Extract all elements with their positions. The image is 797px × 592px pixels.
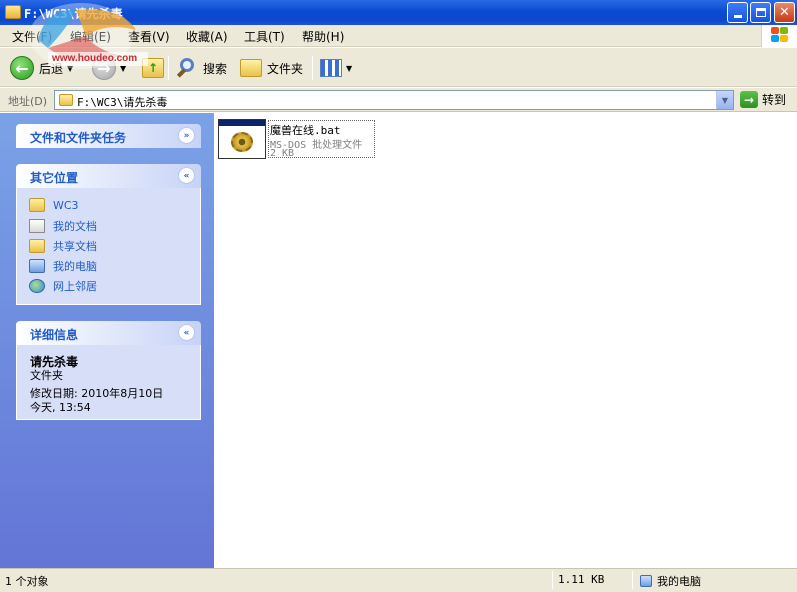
details-header[interactable]: 详细信息 » [16, 321, 201, 345]
status-separator [552, 571, 553, 589]
link-label: 我的文档 [53, 220, 97, 233]
panel-title: 文件和文件夹任务 [30, 131, 127, 145]
link-shared-documents[interactable]: 共享文档 [29, 238, 97, 254]
minimize-icon [733, 15, 742, 18]
panel-title: 详细信息 [30, 328, 79, 342]
address-bar: 地址(D) F:\WC3\请先杀毒 ▼ → 转到 [0, 88, 797, 112]
menu-edit[interactable]: 编辑(E) [70, 28, 111, 45]
computer-icon [29, 259, 45, 273]
address-label: 地址(D) [8, 95, 48, 108]
chevron-down-icon[interactable]: ▼ [346, 64, 352, 73]
address-dropdown-button[interactable]: ▼ [716, 91, 733, 109]
expand-icon[interactable]: » [178, 127, 195, 144]
task-pane: 文件和文件夹任务 » 其它位置 » WC3 我的文档 共享文档 我的电脑 网上邻… [0, 113, 214, 568]
views-button[interactable]: ▼ [320, 54, 352, 82]
view-grid-icon [320, 59, 342, 77]
address-value: F:\WC3\请先杀毒 [77, 96, 168, 109]
window-title: F:\WC3\请先杀毒 [24, 7, 123, 21]
link-label: 我的电脑 [53, 260, 97, 273]
back-label: 后退 [39, 61, 64, 76]
close-button[interactable]: ✕ [774, 2, 795, 23]
link-my-documents[interactable]: 我的文档 [29, 218, 97, 234]
status-size: 1.11 KB [558, 573, 605, 586]
link-label: 共享文档 [53, 240, 97, 253]
file-list[interactable]: 魔兽在线.bat MS-DOS 批处理文件 2 KB [214, 113, 797, 568]
back-arrow-icon: ← [10, 56, 34, 80]
title-bar[interactable]: F:\WC3\请先杀毒 ✕ [0, 0, 797, 25]
windows-flag-icon [771, 27, 789, 44]
folder-icon [240, 59, 262, 77]
panel-title: 其它位置 [30, 171, 79, 185]
toolbar-separator [312, 56, 313, 80]
chevron-down-icon[interactable]: ▼ [67, 64, 73, 73]
go-button[interactable]: → 转到 [740, 91, 786, 108]
chevron-down-icon: ▼ [721, 95, 729, 105]
menu-file[interactable]: 文件(F) [12, 28, 52, 45]
details-time: 今天, 13:54 [30, 401, 91, 414]
folder-icon [29, 198, 45, 212]
file-item[interactable]: 魔兽在线.bat MS-DOS 批处理文件 2 KB [218, 119, 375, 159]
documents-icon [29, 219, 45, 233]
menu-favorites[interactable]: 收藏(A) [186, 28, 228, 45]
menu-view[interactable]: 查看(V) [128, 28, 170, 45]
address-input[interactable]: F:\WC3\请先杀毒 ▼ [54, 90, 734, 110]
folders-label: 文件夹 [267, 61, 304, 76]
status-separator [632, 571, 633, 589]
link-my-computer[interactable]: 我的电脑 [29, 258, 97, 274]
status-bar: 1 个对象 1.11 KB 我的电脑 [0, 568, 797, 592]
link-wc3[interactable]: WC3 [29, 198, 79, 212]
up-button[interactable]: ↑ [142, 54, 164, 82]
menu-help[interactable]: 帮助(H) [302, 28, 344, 45]
minimize-button[interactable] [727, 2, 748, 23]
search-icon [176, 57, 198, 79]
go-arrow-icon: → [740, 91, 758, 108]
maximize-button[interactable] [750, 2, 771, 23]
menu-bar: 文件(F) 编辑(E) 查看(V) 收藏(A) 工具(T) 帮助(H) [0, 25, 797, 47]
folder-icon [59, 94, 73, 106]
close-icon: ✕ [779, 5, 790, 20]
other-places-header[interactable]: 其它位置 » [16, 164, 201, 188]
other-places-body: WC3 我的文档 共享文档 我的电脑 网上邻居 [16, 188, 201, 305]
menu-tools[interactable]: 工具(T) [244, 28, 285, 45]
link-network-places[interactable]: 网上邻居 [29, 278, 97, 294]
file-folder-tasks-header[interactable]: 文件和文件夹任务 » [16, 124, 201, 148]
forward-arrow-icon: → [92, 56, 116, 80]
details-body: 请先杀毒 文件夹 修改日期: 2010年8月10日 今天, 13:54 [16, 345, 201, 420]
forward-button[interactable]: → ▼ [92, 54, 126, 82]
search-button[interactable]: 搜索 [176, 54, 227, 82]
go-label: 转到 [762, 93, 787, 107]
status-count: 1 个对象 [5, 575, 49, 588]
toolbar: ← 后退 ▼ → ▼ ↑ 搜索 文件夹 ▼ [0, 48, 797, 87]
network-icon [29, 279, 45, 293]
batch-file-icon [218, 119, 266, 159]
file-size: 2 KB [270, 148, 295, 159]
link-label: WC3 [53, 198, 79, 212]
search-label: 搜索 [203, 61, 228, 76]
folder-icon [29, 239, 45, 253]
collapse-icon[interactable]: » [178, 167, 195, 184]
folders-button[interactable]: 文件夹 [240, 54, 303, 82]
folder-icon [5, 5, 21, 19]
collapse-icon[interactable]: » [178, 324, 195, 341]
windows-logo [761, 25, 797, 47]
link-label: 网上邻居 [53, 280, 97, 293]
toolbar-separator [168, 56, 169, 80]
details-type: 文件夹 [30, 369, 63, 382]
status-location-label: 我的电脑 [657, 575, 701, 588]
folder-up-icon: ↑ [142, 58, 164, 78]
status-location: 我的电脑 [640, 573, 701, 589]
maximize-icon [755, 8, 766, 17]
chevron-down-icon[interactable]: ▼ [120, 64, 126, 73]
computer-icon [640, 575, 652, 587]
back-button[interactable]: ← 后退 ▼ [10, 54, 73, 82]
